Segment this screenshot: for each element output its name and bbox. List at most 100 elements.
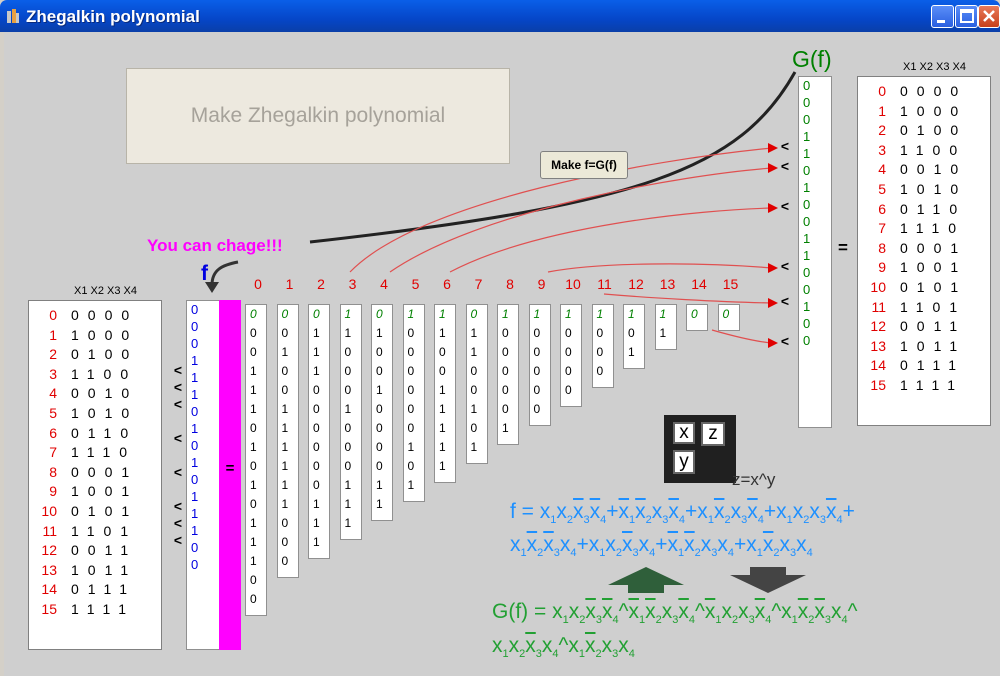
difference-cell: 0 <box>407 459 415 473</box>
difference-cell: 0 <box>470 421 478 435</box>
g-cell: 1 <box>803 231 811 246</box>
difference-column[interactable]: 1 0 1 <box>623 304 645 369</box>
difference-column[interactable]: 1 1 0 0 0 1 0 0 0 1 1 1 <box>339 304 362 540</box>
difference-cell: 0 <box>407 364 415 378</box>
change-mark: < <box>173 498 183 514</box>
difference-cell: 0 <box>250 326 257 340</box>
row-number: 4 <box>878 161 886 178</box>
difference-cell: 0 <box>565 326 572 340</box>
f-cell: 1 <box>191 370 199 385</box>
difference-cell: 1 <box>470 402 478 416</box>
difference-column[interactable]: 0 <box>717 304 740 331</box>
row-number: 6 <box>49 424 57 441</box>
difference-column[interactable]: 0 0 0 1 1 1 0 1 0 1 0 1 1 1 0 0 <box>245 304 267 616</box>
difference-column[interactable]: 1 0 0 0 <box>591 304 614 388</box>
difference-cell: 0 <box>376 421 383 435</box>
difference-cell: 1 <box>407 440 415 454</box>
right-table-header: X1 X2 X3 X4 <box>903 61 966 73</box>
difference-column[interactable]: 0 1 1 1 0 0 0 0 0 0 1 1 1 <box>308 304 330 559</box>
difference-column[interactable]: 0 <box>686 304 708 331</box>
f-value-column[interactable]: 0 0 0 1 1 1 0 1 0 1 0 1 1 1 0 0 <box>186 300 220 650</box>
g-cell: 1 <box>803 146 811 161</box>
column-title: 13 <box>659 276 676 292</box>
f-label: f <box>201 262 208 285</box>
make-polynomial-button[interactable]: Make Zhegalkin polynomial <box>126 68 510 164</box>
difference-cell: 0 <box>250 459 257 473</box>
difference-cell: 1 <box>313 497 320 511</box>
difference-cell: 0 <box>376 345 383 359</box>
column-title: 7 <box>474 276 483 292</box>
g-arrow-mark: < <box>780 138 790 154</box>
row-number: 4 <box>49 385 57 402</box>
difference-cell: 0 <box>407 421 415 435</box>
row-bits: 1101 <box>71 522 138 539</box>
row-number: 9 <box>878 259 886 276</box>
f-formula-line1: f = x1x2x3x4+x1x2x3x4+x1x2x3x4+x1x2x3x4+ <box>510 500 855 527</box>
g-formula-line2: x1x2x3x4^x1x2x3x4 <box>492 634 635 661</box>
g-cell: 0 <box>803 163 811 178</box>
difference-column[interactable]: 0 1 1 0 0 1 0 1 <box>465 304 488 464</box>
difference-cell: 0 <box>376 307 383 321</box>
difference-column[interactable]: 1 0 0 0 0 0 <box>528 304 551 426</box>
difference-cell: 0 <box>407 383 415 397</box>
difference-cell: 0 <box>533 383 541 397</box>
f-cell: 1 <box>191 387 199 402</box>
f-cell: 1 <box>191 523 199 538</box>
difference-cell: 1 <box>250 535 257 549</box>
difference-cell: 1 <box>439 459 446 473</box>
row-number: 13 <box>870 337 886 354</box>
row-bits: 0000 <box>71 307 139 323</box>
difference-cell: 1 <box>376 497 383 511</box>
f-cell: 0 <box>191 540 199 555</box>
difference-column[interactable]: 1 0 0 0 0 <box>560 304 582 407</box>
g-cell: 1 <box>803 129 811 144</box>
column-title: 4 <box>380 276 388 292</box>
row-number: 14 <box>870 357 886 374</box>
difference-column[interactable]: 1 0 0 0 0 0 0 1 0 1 <box>402 304 425 502</box>
g-cell: 0 <box>803 333 811 348</box>
down-arrow-icon <box>730 567 806 593</box>
row-number: 15 <box>41 601 57 617</box>
difference-column[interactable]: 1 1 0 0 1 1 1 1 1 <box>434 304 456 483</box>
difference-cell: 0 <box>533 345 541 359</box>
difference-cell: 0 <box>281 383 289 397</box>
difference-cell: 1 <box>502 421 509 435</box>
difference-cell: 1 <box>281 459 289 473</box>
g-arrow-mark: < <box>780 158 790 174</box>
left-truth-table[interactable]: 0 0000 1 1000 2 0100 3 1100 4 0010 5 1010 6 0110 7 1110… <box>28 300 162 650</box>
f-cell: 0 <box>191 302 199 317</box>
difference-cell: 1 <box>628 345 635 359</box>
difference-cell: 0 <box>470 364 478 378</box>
difference-cell: 1 <box>439 440 446 454</box>
difference-cell: 1 <box>344 478 352 492</box>
can-change-label: You can chage!!! <box>147 236 283 255</box>
difference-cell: 0 <box>281 307 289 321</box>
row-bits: 1110 <box>900 220 966 237</box>
row-number: 5 <box>49 405 57 421</box>
column-title: 9 <box>537 276 546 292</box>
difference-cell: 1 <box>439 307 446 321</box>
difference-column[interactable]: 0 0 1 0 0 1 1 1 1 1 1 0 0 0 <box>276 304 299 578</box>
difference-cell: 0 <box>344 383 352 397</box>
difference-column[interactable]: 1 0 0 0 0 0 1 <box>497 304 519 445</box>
make-fg-button[interactable]: Make f=G(f) <box>540 151 628 179</box>
difference-cell: 0 <box>344 459 352 473</box>
difference-cell: 0 <box>565 364 572 378</box>
difference-column[interactable]: 0 1 0 0 1 0 0 0 0 1 1 <box>371 304 393 521</box>
row-bits: 1101 <box>900 298 967 315</box>
change-mark: < <box>173 532 183 548</box>
row-bits: 0011 <box>71 542 138 559</box>
g-cell: 0 <box>803 214 811 229</box>
g-value-column[interactable]: 0 0 0 1 1 0 1 0 0 1 1 0 0 1 0 0 <box>798 76 832 428</box>
left-table-header: X1 X2 X3 X4 <box>74 285 137 297</box>
difference-cell: 1 <box>376 326 383 340</box>
difference-cell: 0 <box>502 345 509 359</box>
f-cell: 0 <box>191 404 199 419</box>
row-number: 0 <box>49 307 57 323</box>
right-truth-table[interactable]: 0 0000 1 1000 2 0100 3 1100 4 0010 5 1010 6 0110 7 1110… <box>857 76 991 426</box>
difference-cell: 0 <box>502 364 509 378</box>
row-bits: 0001 <box>900 239 968 256</box>
difference-cell: 1 <box>628 307 635 321</box>
difference-column[interactable]: 11 <box>654 304 677 350</box>
row-bits: 0100 <box>900 122 968 139</box>
